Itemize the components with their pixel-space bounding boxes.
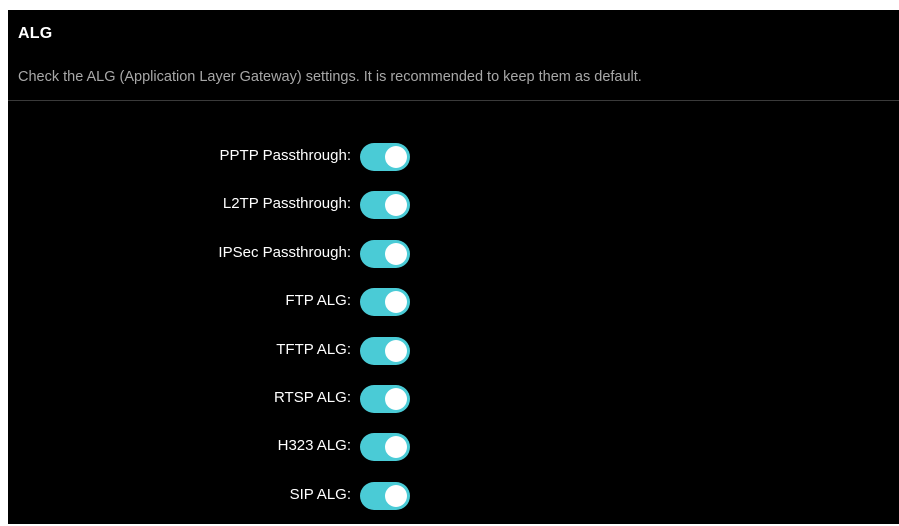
toggle-knob (385, 194, 407, 217)
rtsp-alg-toggle[interactable] (360, 384, 410, 413)
setting-row-rtsp-alg: RTSP ALG: (8, 381, 899, 429)
setting-row-l2tp-passthrough: L2TP Passthrough: (8, 187, 899, 235)
ipsec-passthrough-toggle[interactable] (360, 239, 410, 268)
setting-row-sip-alg: SIP ALG: (8, 478, 899, 526)
setting-label: SIP ALG: (289, 485, 351, 503)
setting-label: IPSec Passthrough: (218, 243, 351, 261)
section-title: ALG (18, 25, 53, 42)
setting-label: PPTP Passthrough: (219, 147, 351, 164)
settings-list: PPTP Passthrough: L2TP Passthrough: IPSe… (8, 139, 899, 526)
toggle-knob (385, 339, 407, 362)
toggle-knob (385, 387, 407, 410)
section-description: Check the ALG (Application Layer Gateway… (18, 69, 642, 85)
setting-label: L2TP Passthrough: (222, 195, 351, 213)
setting-row-ipsec-passthrough: IPSec Passthrough: (8, 236, 899, 284)
divider (8, 100, 899, 101)
setting-row-ftp-alg: FTP ALG: (8, 284, 899, 332)
setting-row-pptp-passthrough: PPTP Passthrough: (8, 139, 899, 187)
alg-settings-panel: ALG Check the ALG (Application Layer Gat… (8, 10, 899, 524)
setting-row-h323-alg: H323 ALG: (8, 429, 899, 477)
l2tp-passthrough-toggle[interactable] (360, 191, 410, 220)
setting-label: FTP ALG: (285, 292, 351, 310)
toggle-knob (385, 242, 407, 265)
ftp-alg-toggle[interactable] (360, 288, 410, 317)
pptp-passthrough-toggle[interactable] (360, 143, 410, 171)
setting-label: RTSP ALG: (274, 388, 351, 406)
toggle-knob (385, 484, 407, 507)
toggle-knob (385, 436, 407, 459)
sip-alg-toggle[interactable] (360, 481, 410, 510)
setting-label: TFTP ALG: (276, 340, 351, 358)
h323-alg-toggle[interactable] (360, 433, 410, 462)
toggle-knob (385, 291, 407, 314)
tftp-alg-toggle[interactable] (360, 336, 410, 365)
setting-label: H323 ALG: (277, 437, 351, 455)
setting-row-tftp-alg: TFTP ALG: (8, 333, 899, 381)
toggle-knob (385, 146, 407, 168)
